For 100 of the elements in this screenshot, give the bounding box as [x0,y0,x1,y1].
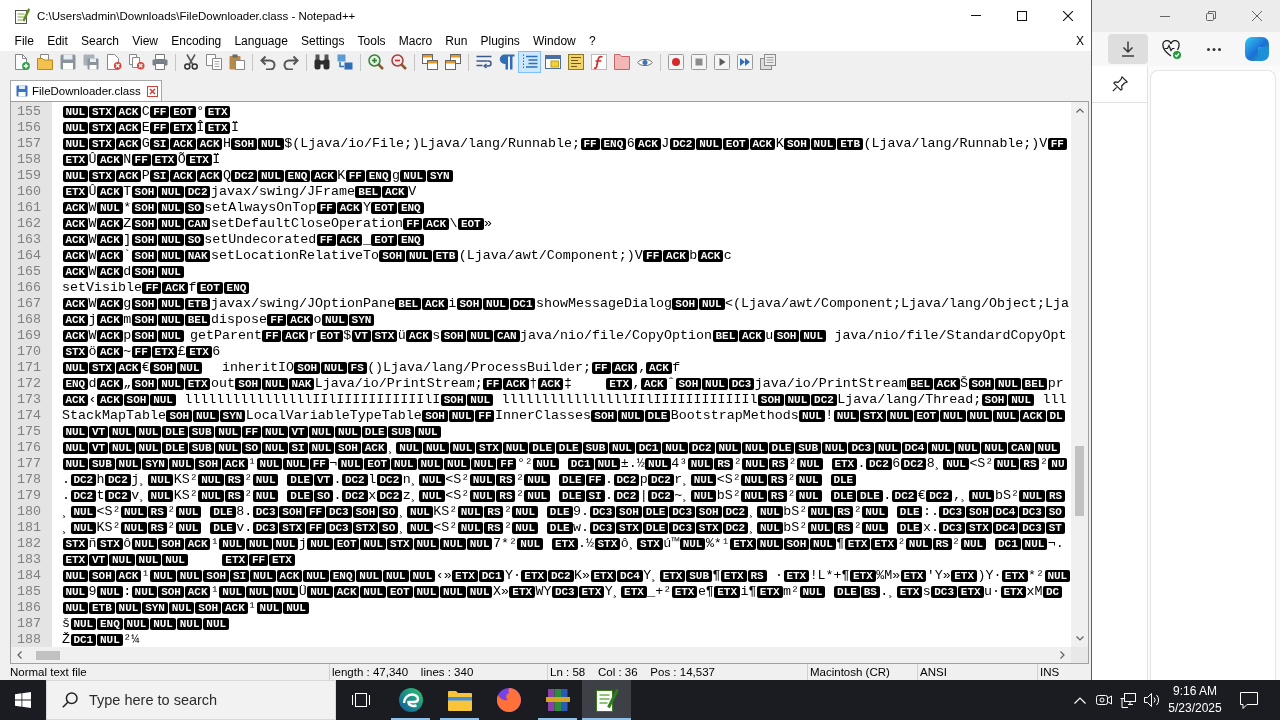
code-text: InnerClasses [494,408,591,423]
menu-item[interactable]: Search [74,31,126,51]
control-char: STX [352,522,379,534]
line-number: 174 [16,408,42,424]
text-editor[interactable] [10,101,1089,664]
control-char: CAN [184,218,211,230]
menu-item[interactable]: Run [438,31,474,51]
control-char: NUL [524,490,550,502]
control-char: RS [1020,458,1040,470]
control-char: ACK [336,202,363,214]
indent-guide-button[interactable] [518,51,541,73]
control-char: FF [262,330,282,342]
menu-item[interactable]: View [125,31,165,51]
control-char: NUL [272,538,299,550]
text-editor-button[interactable] [582,680,631,720]
control-char: SOH [131,234,158,246]
control-char: ACK [97,394,123,406]
chevron-right-icon[interactable] [1060,651,1065,659]
menu-item[interactable]: Tools [350,31,393,51]
control-char: FF [306,522,326,534]
task-view-icon[interactable] [352,693,370,707]
scrollbar-thumb[interactable] [36,650,60,660]
clock-button[interactable]: 9:16 AM 5/23/2025 [1164,680,1226,720]
volume-icon[interactable] [1144,693,1160,707]
control-char: NUL [203,618,230,630]
control-char: DLE [559,490,585,502]
downloads-button[interactable] [1108,34,1148,64]
code-text: . [333,472,342,487]
code-text: ² [515,488,524,503]
control-char: DC2 [900,458,927,470]
code-text: .½ [578,536,595,551]
menu-item[interactable]: Encoding [164,31,228,51]
chevron-left-icon[interactable] [17,651,22,659]
control-char: ETX [900,570,927,582]
code-text: °² [516,456,533,471]
code-text: %M» [876,568,901,583]
restore-icon[interactable] [1206,11,1216,21]
line-number: 166 [16,280,42,296]
menu-item[interactable]: Plugins [473,31,527,51]
maximize-icon[interactable] [1017,10,1027,21]
search-field[interactable]: Type here to search [46,680,336,720]
code-text: <S² [445,488,470,503]
menu-item[interactable]: Edit [40,31,75,51]
file-tab[interactable]: FileDownloader.class [10,80,162,101]
code-text: x [368,488,377,503]
menu-item[interactable]: ? [582,31,603,51]
control-char: SOH [966,506,992,518]
scrollbar-thumb[interactable] [1075,446,1084,516]
network-icon[interactable] [1120,692,1136,708]
code-text: out [210,376,235,391]
control-char: DLE [546,522,573,534]
code-text: ² [167,520,176,535]
code-text: Õ [177,152,186,167]
control-char: DC3 [669,506,695,518]
control-char: ACK [333,586,360,598]
globe-icon [496,688,521,712]
menu-item[interactable]: Language [227,31,295,51]
close-icon[interactable] [1063,10,1073,21]
minimize-icon[interactable] [1160,15,1170,17]
copy-icon [205,54,222,70]
code-text: Z [123,216,132,231]
line-number: 155 [16,104,42,120]
menu-item[interactable]: Window [526,31,583,51]
control-char: NUL [440,586,466,598]
menu-item[interactable]: Settings [294,31,351,51]
control-char: NUL [449,442,476,454]
line-number: 178 [16,472,42,488]
vertical-scrollbar[interactable] [1071,102,1088,647]
control-char: FF [475,410,495,422]
close-document-button[interactable]: X [1073,34,1087,48]
code-text: K» [574,568,591,583]
code-text: € [141,360,150,375]
control-char: ACK [663,250,689,262]
control-char: DC2 [548,570,574,582]
chevron-down-icon[interactable] [1075,636,1084,641]
control-char: SUB [795,442,821,454]
heart-pulse-icon [1161,39,1181,59]
control-char: ACK [97,378,123,390]
camera-icon[interactable] [1096,693,1112,707]
control-char: FF [150,106,170,118]
control-char: DC1 [509,298,536,310]
notification-icon[interactable] [1240,691,1258,709]
control-char: STX [279,522,306,534]
printer-icon [151,54,168,70]
search-icon [62,692,78,708]
code-text: g [391,168,400,183]
control-char: ACK [115,122,142,134]
control-char: NUL [756,538,783,550]
code-text: Ljava/lang/Thread; [837,392,982,407]
control-char: ENQ [365,170,392,182]
horizontal-scrollbar[interactable] [11,647,1071,663]
control-char: STX [89,106,115,118]
code-text: setUndecorated [204,232,317,247]
code-text: java/io/PrintStream [754,376,907,391]
menu-item[interactable]: Macro [392,31,439,51]
new-file-icon [13,54,30,70]
code-text: ‹ [88,392,97,407]
menu-item[interactable]: File [8,31,41,51]
code-text: K [337,168,346,183]
code-text: ¸ [748,520,757,535]
